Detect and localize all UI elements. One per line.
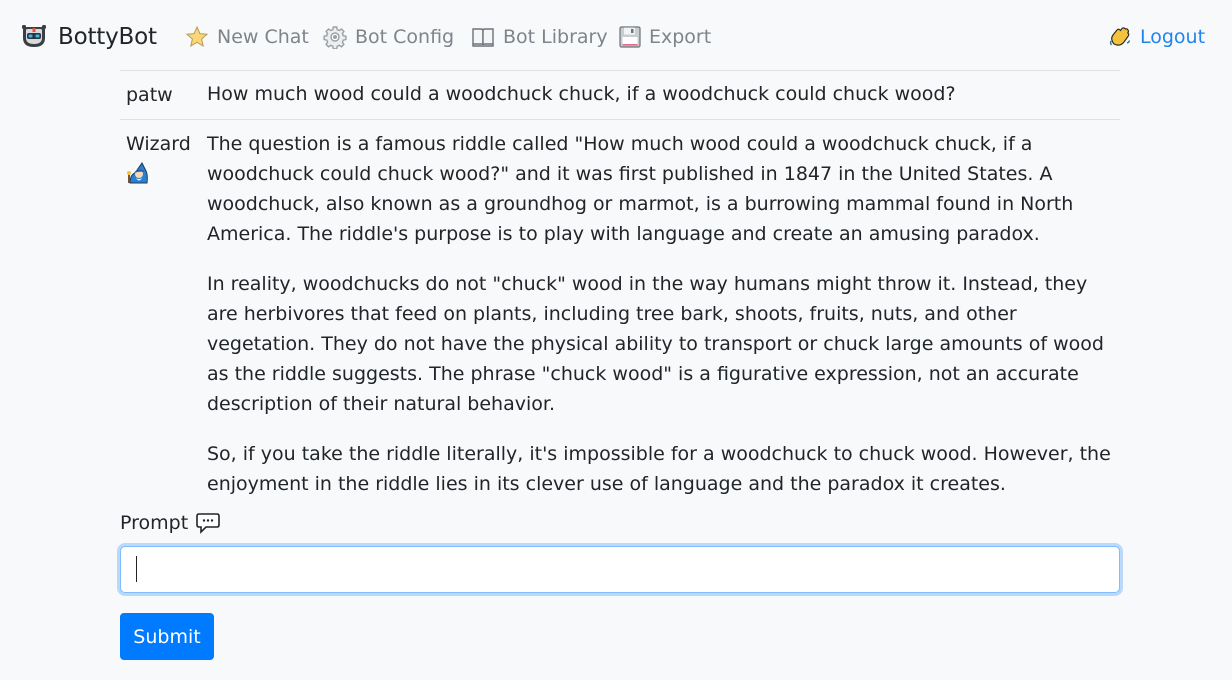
message-author-block: Wizard: [126, 129, 207, 499]
nav-export-label: Export: [649, 26, 712, 48]
chat-message-user: patw How much wood could a woodchuck chu…: [120, 70, 1120, 119]
nav-bot-config[interactable]: Bot Config: [323, 20, 454, 54]
prompt-label: Prompt: [120, 508, 220, 538]
navbar: BottyBot New Chat Bot Config Bot Library…: [0, 0, 1232, 70]
message-text: How much wood could a woodchuck chuck, i…: [207, 83, 956, 105]
message-author: patw: [126, 84, 173, 106]
waving-hand-icon: [1108, 25, 1132, 49]
nav-export[interactable]: Export: [619, 20, 711, 54]
message-paragraph: The question is a famous riddle called "…: [207, 133, 1074, 245]
brand-name: BottyBot: [58, 24, 157, 50]
book-icon: [471, 26, 495, 48]
prompt-input[interactable]: [120, 546, 1120, 593]
speech-bubble-icon: [196, 512, 220, 534]
message-paragraph: In reality, woodchucks do not "chuck" wo…: [207, 273, 1104, 415]
text-caret: [136, 556, 137, 582]
message-text: The question is a famous riddle called "…: [207, 129, 1114, 499]
message-paragraph: So, if you take the riddle literally, it…: [207, 443, 1111, 495]
message-author: Wizard: [126, 133, 191, 155]
nav-bot-library[interactable]: Bot Library: [471, 20, 608, 54]
brand-link[interactable]: BottyBot: [20, 20, 157, 54]
prompt-label-text: Prompt: [120, 512, 189, 534]
nav-logout[interactable]: Logout: [1108, 20, 1205, 54]
nav-bot-config-label: Bot Config: [355, 26, 455, 48]
wizard-icon: [126, 161, 207, 194]
nav-bot-library-label: Bot Library: [503, 26, 608, 48]
robot-icon: [20, 21, 48, 53]
chat-transcript: patw How much wood could a woodchuck chu…: [120, 70, 1120, 499]
gear-icon: [323, 25, 347, 49]
nav-new-chat[interactable]: New Chat: [185, 20, 309, 54]
submit-button[interactable]: Submit: [120, 613, 214, 660]
chat-message-bot: Wizard The question is a famous riddle c…: [120, 119, 1120, 499]
nav-new-chat-label: New Chat: [217, 26, 309, 48]
nav-logout-label: Logout: [1140, 26, 1206, 48]
floppy-disk-icon: [619, 26, 641, 48]
star-icon: [185, 25, 209, 49]
